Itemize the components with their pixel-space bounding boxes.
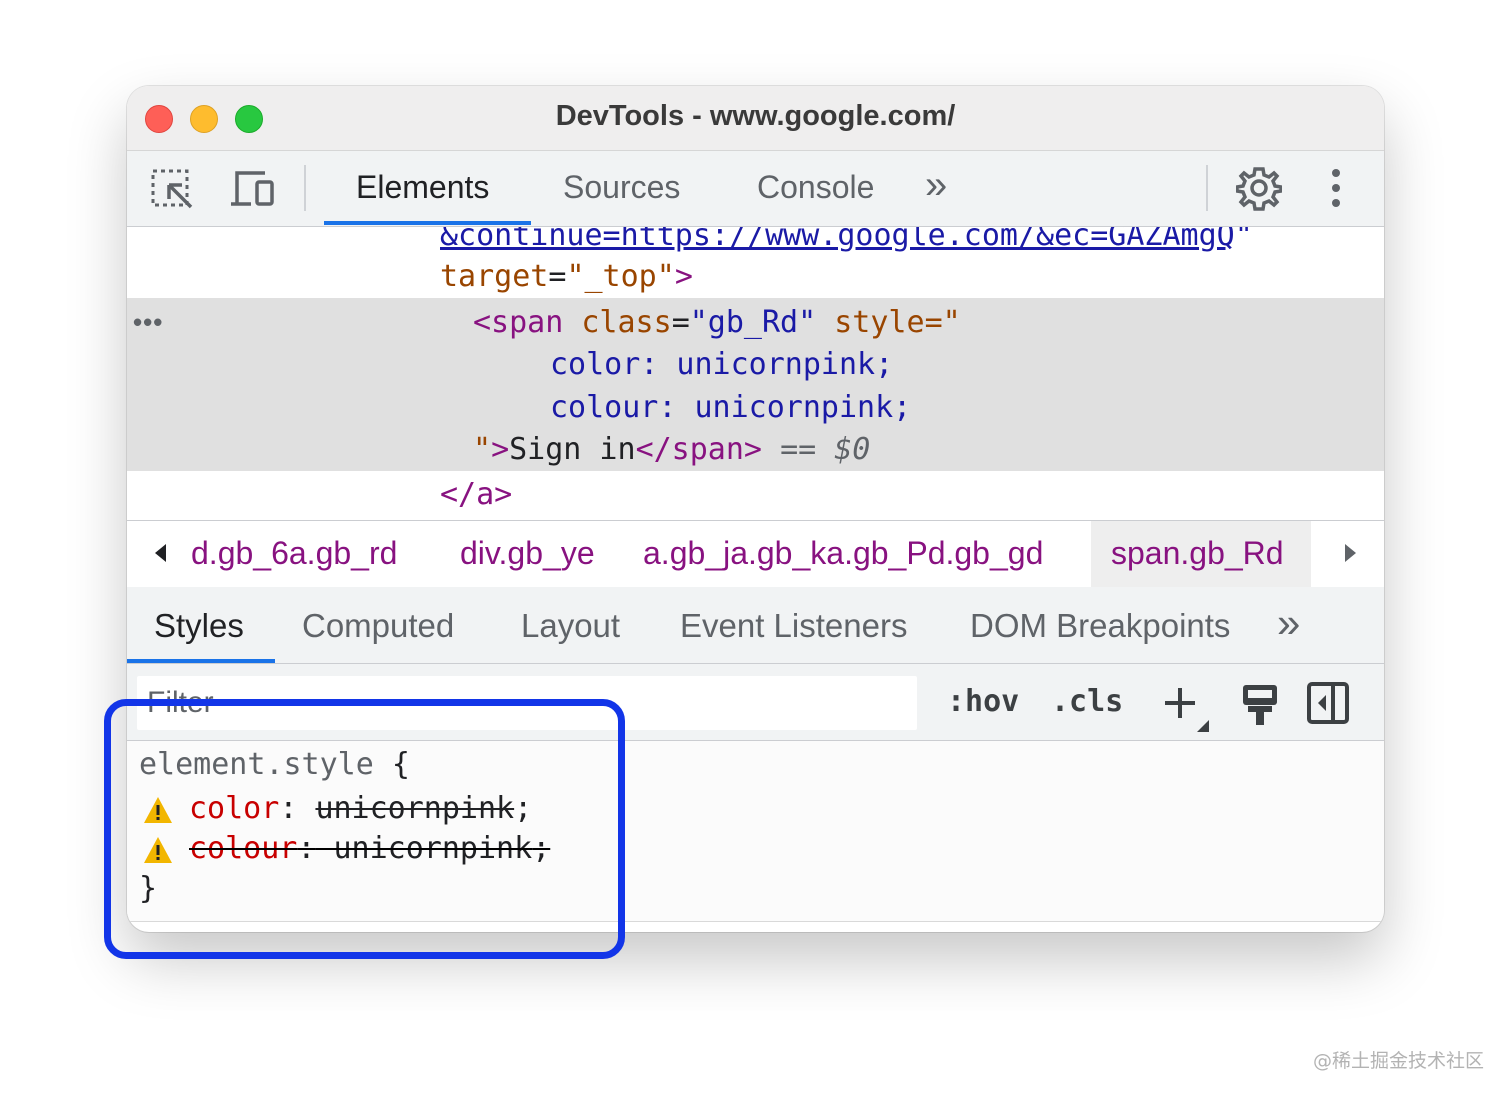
device-toolbar-icon[interactable] [229, 169, 277, 214]
style-rule-header: element.style { [139, 747, 410, 782]
warning-icon [143, 836, 173, 872]
style-colon: : [297, 831, 316, 866]
plus-icon[interactable] [1163, 684, 1211, 737]
breadcrumb-item-selected[interactable]: span.gb_Rd [1111, 535, 1284, 572]
tab-dom-breakpoints[interactable]: DOM Breakpoints [970, 607, 1230, 645]
toolbar-divider [304, 165, 306, 211]
dom-line-a-close: </a> [440, 477, 513, 512]
tab-layout[interactable]: Layout [521, 607, 620, 645]
tab-styles[interactable]: Styles [154, 607, 244, 645]
dom-span-close: </span> [635, 432, 762, 467]
crumb-scroll-left-icon[interactable] [153, 543, 167, 568]
dom-gt: > [491, 432, 510, 467]
breadcrumb-item[interactable]: d.gb_6a.gb_rd [191, 535, 397, 572]
dom-quote: " [473, 432, 492, 467]
filter-field[interactable] [137, 676, 917, 730]
filter-input[interactable] [137, 676, 917, 730]
dom-attr-style: style [834, 305, 925, 340]
dom-style-line-color: color: unicornpink; [550, 347, 894, 382]
style-declaration[interactable]: color: unicornpink; [189, 791, 532, 826]
dom-line-continue: &continue=https://www.google.com/&ec=GAZ… [440, 227, 1253, 253]
style-value-struck[interactable]: unicornpink [334, 831, 533, 866]
dom-line-span-open: <span class="gb_Rd" style=" [473, 306, 961, 340]
tab-event-listeners[interactable]: Event Listeners [680, 607, 907, 645]
dom-span-open: <span [473, 305, 564, 340]
kebab-menu-icon[interactable] [1330, 167, 1342, 214]
dom-quote: " [1234, 227, 1253, 253]
style-selector[interactable]: element.style [139, 747, 374, 782]
dom-eq-marker: == [780, 432, 817, 467]
style-semicolon: ; [514, 791, 533, 826]
style-colon: : [279, 791, 298, 826]
window-title: DevTools - www.google.com/ [555, 100, 956, 132]
dom-link-value[interactable]: &continue=https://www.google.com/&ec=GAZ… [440, 227, 1235, 253]
toolbar-divider-right [1206, 165, 1208, 211]
dom-attr-class: class [581, 305, 672, 340]
tab-sources[interactable]: Sources [563, 169, 680, 206]
node-ellipsis-button[interactable]: ••• [133, 307, 163, 338]
crumb-scroll-right-icon[interactable] [1344, 543, 1358, 568]
dom-line-target: target="_top"> [440, 260, 693, 294]
dom-style-line-colour: colour: unicornpink; [550, 390, 912, 425]
style-value-struck[interactable]: unicornpink [315, 791, 514, 826]
cls-button[interactable]: .cls [1051, 684, 1123, 719]
active-subtab-indicator [127, 659, 275, 663]
tab-elements[interactable]: Elements [356, 169, 489, 206]
dom-text-sign-in: Sign in [509, 432, 636, 467]
style-property-invalid[interactable]: colour [189, 831, 297, 866]
dom-eq: = [671, 305, 690, 340]
style-declaration-invalid[interactable]: colour: unicornpink; [189, 831, 550, 866]
warning-icon [143, 796, 173, 832]
inspect-element-icon[interactable] [151, 169, 195, 216]
dom-tag-close: > [674, 259, 693, 294]
watermark: @稀土掘金技术社区 [1312, 1050, 1484, 1072]
dom-val-top: "_top" [566, 259, 675, 294]
breadcrumb-item[interactable]: div.gb_ye [460, 535, 595, 572]
paint-roller-icon[interactable] [1240, 682, 1280, 731]
devtools-window: DevTools - www.google.com/ Elements Sour… [127, 86, 1384, 932]
breadcrumb-item[interactable]: a.gb_ja.gb_ka.gb_Pd.gb_gd [643, 535, 1043, 572]
gear-icon[interactable] [1235, 165, 1283, 216]
hov-button[interactable]: :hov [947, 684, 1019, 719]
main-toolbar: Elements Sources Console » [127, 151, 1384, 227]
breadcrumb: d.gb_6a.gb_rd div.gb_ye a.gb_ja.gb_ka.gb… [127, 520, 1384, 588]
open-brace: { [391, 747, 410, 782]
dom-tree-panel: ••• &continue=https://www.google.com/&ec… [127, 227, 1384, 520]
dom-attr-target: target [440, 259, 549, 294]
toggle-sidebar-icon[interactable] [1307, 682, 1349, 729]
styles-filter-bar: :hov .cls [127, 664, 1384, 741]
style-property[interactable]: color [189, 791, 279, 826]
style-semicolon: ; [532, 831, 551, 866]
title-bar: DevTools - www.google.com/ [127, 86, 1384, 151]
close-brace: } [139, 871, 158, 906]
dom-dollar-zero: $0 [834, 432, 871, 467]
dom-style-open: =" [924, 305, 961, 340]
more-tabs-button[interactable]: » [925, 163, 947, 208]
styles-pane: element.style { color: unicornpink; colo… [127, 741, 1384, 922]
tab-computed[interactable]: Computed [302, 607, 454, 645]
sidebar-tabs: Styles Computed Layout Event Listeners D… [127, 587, 1384, 664]
dom-line-span-close: ">Sign in</span> == $0 [473, 433, 870, 467]
dom-eq: = [548, 259, 567, 294]
more-subtabs-button[interactable]: » [1277, 599, 1300, 647]
dom-val-class: "gb_Rd" [689, 305, 817, 340]
tab-console[interactable]: Console [757, 169, 874, 206]
active-tab-indicator [324, 221, 531, 225]
